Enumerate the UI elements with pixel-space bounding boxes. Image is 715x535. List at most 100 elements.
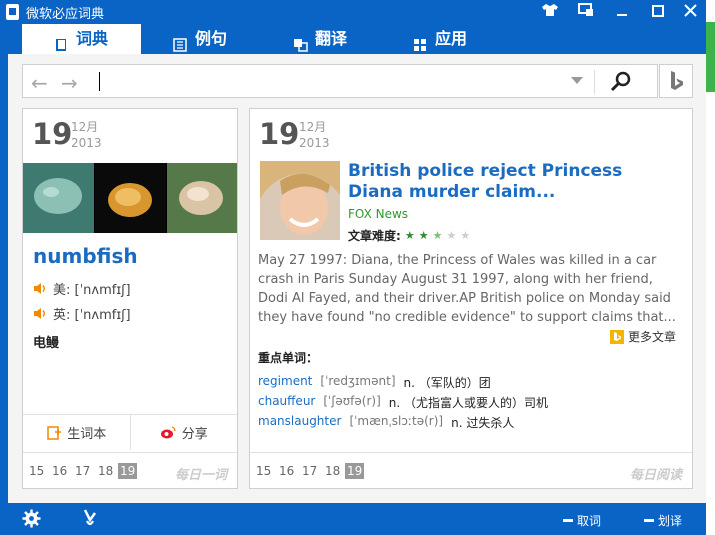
daily-reading-label: 每日阅读 — [629, 468, 682, 483]
key-word-phonetic: [ˈʃəʊfə(r)] — [323, 394, 381, 408]
date-item[interactable]: 16 — [279, 464, 294, 478]
word-title[interactable]: numbfish — [33, 244, 138, 268]
window-title: 微软必应词典 — [26, 7, 105, 22]
article-card-day: 19 — [259, 117, 300, 151]
key-word-row: regiment [ˈredʒɪmənt] n. （军队的）团 — [258, 374, 491, 391]
uk-pronunciation[interactable]: 英: [ˈnʌmfɪʃ] — [33, 304, 131, 323]
numbfish-photo-2 — [95, 163, 166, 233]
date-item[interactable]: 17 — [302, 464, 317, 478]
difficulty-label: 文章难度: — [348, 229, 401, 243]
wordbook-label: 生词本 — [67, 427, 107, 442]
content-area: ← → 19 12月 2013 numbfish 美: [ˈnʌmfɪʃ] 英:… — [8, 54, 706, 503]
bing-logo-icon — [671, 71, 683, 90]
word-card-year: 2013 — [71, 136, 102, 150]
apps-icon — [413, 32, 427, 51]
key-word-definition: n. （军队的）团 — [403, 376, 491, 390]
toggle-dash-icon — [644, 519, 654, 522]
select-translate-label: 划译 — [658, 514, 683, 528]
bing-small-icon — [610, 329, 624, 344]
word-of-day-card: 19 12月 2013 numbfish 美: [ˈnʌmfɪʃ] 英: [ˈn… — [22, 108, 238, 489]
feedback-icon[interactable] — [82, 509, 98, 528]
star-half-icon: ★ — [432, 229, 443, 242]
key-word[interactable]: chauffeur — [258, 394, 315, 411]
pick-word-toggle[interactable]: 取词 — [563, 512, 601, 529]
numbfish-photo-3 — [167, 163, 237, 233]
share-label: 分享 — [181, 427, 208, 442]
key-word-phonetic: [ˈmænˌslɔːtə(r)] — [349, 414, 444, 428]
date-item-selected[interactable]: 19 — [345, 463, 365, 479]
key-word-definition: n. 过失杀人 — [451, 416, 515, 430]
main-tabs: 词典 例句 翻译 应用 — [0, 24, 706, 54]
article-difficulty: 文章难度: ★ ★ ★ ★ ★ — [348, 227, 470, 244]
app-window: 微软必应词典 词典 例句 翻译 应用 ← → 19 12月 2013 numbf… — [0, 0, 706, 535]
us-pronunciation[interactable]: 美: [ˈnʌmfɪʃ] — [33, 279, 131, 298]
article-headline[interactable]: British police reject Princess Diana mur… — [348, 161, 648, 203]
article-card-year: 2013 — [299, 136, 330, 150]
tab-label: 例句 — [195, 29, 228, 48]
word-actions: 生词本 分享 — [23, 414, 237, 450]
weibo-icon — [160, 426, 176, 439]
daily-reading-card: 19 12月 2013 British police reject Prince… — [249, 108, 693, 489]
tab-sentences[interactable]: 例句 — [173, 24, 227, 54]
desktop-edge — [706, 0, 715, 535]
pick-word-label: 取词 — [577, 514, 602, 528]
numbfish-photo-1 — [23, 163, 94, 233]
search-input[interactable] — [99, 72, 100, 91]
desktop-widget-edge — [706, 22, 715, 92]
star-full-icon: ★ — [404, 229, 415, 242]
close-button[interactable] — [672, 0, 708, 24]
maximize-button[interactable] — [640, 0, 676, 24]
select-translate-toggle[interactable]: 划译 — [644, 512, 682, 529]
divider — [594, 70, 595, 94]
share-button[interactable]: 分享 — [129, 415, 238, 450]
settings-icon[interactable] — [22, 509, 41, 528]
word-card-month: 12月 — [71, 120, 99, 134]
article-date-strip: 15 16 17 18 19 每日阅读 — [250, 452, 692, 488]
app-logo-icon — [6, 4, 19, 20]
word-image-strip — [23, 163, 237, 233]
date-item[interactable]: 18 — [98, 464, 113, 478]
wordbook-icon — [47, 425, 62, 440]
minimize-button[interactable] — [604, 0, 640, 24]
key-word-row: chauffeur [ˈʃəʊfə(r)] n. （尤指富人或要人的）司机 — [258, 394, 548, 411]
key-word-definition: n. （尤指富人或要人的）司机 — [388, 396, 549, 410]
word-date-strip: 15 16 17 18 19 每日一词 — [23, 452, 237, 488]
date-item[interactable]: 18 — [325, 464, 340, 478]
translate-icon — [293, 32, 308, 52]
key-word[interactable]: manslaughter — [258, 414, 341, 431]
date-item[interactable]: 15 — [256, 464, 271, 478]
daily-word-label: 每日一词 — [174, 468, 227, 483]
forward-arrow-icon[interactable]: → — [61, 71, 78, 95]
key-word-row: manslaughter [ˈmænˌslɔːtə(r)] n. 过失杀人 — [258, 414, 514, 431]
article-excerpt: May 27 1997: Diana, the Princess of Wale… — [258, 253, 676, 325]
word-meaning: 电鳗 — [33, 336, 60, 351]
more-articles-link[interactable]: 更多文章 — [610, 328, 676, 345]
key-words-heading: 重点单词： — [258, 351, 319, 365]
article-thumbnail[interactable] — [260, 161, 340, 240]
skin-icon[interactable] — [532, 0, 568, 24]
history-dropdown-icon[interactable] — [571, 77, 583, 84]
search-icon[interactable] — [609, 71, 633, 93]
date-item[interactable]: 15 — [29, 464, 44, 478]
speaker-icon — [34, 308, 45, 319]
date-item[interactable]: 17 — [75, 464, 90, 478]
more-articles-label: 更多文章 — [628, 330, 677, 344]
title-bar: 微软必应词典 — [0, 0, 706, 24]
article-card-month: 12月 — [299, 120, 327, 134]
key-word[interactable]: regiment — [258, 374, 312, 391]
tab-apps[interactable]: 应用 — [413, 24, 467, 54]
sentence-icon — [173, 32, 187, 52]
mini-mode-icon[interactable] — [568, 0, 604, 24]
tab-translate[interactable]: 翻译 — [293, 24, 347, 54]
star-empty-icon: ★ — [460, 229, 471, 242]
date-item-selected[interactable]: 19 — [118, 463, 138, 479]
tab-label: 词典 — [76, 29, 109, 48]
star-empty-icon: ★ — [446, 229, 457, 242]
toggle-dash-icon — [563, 519, 573, 522]
date-item[interactable]: 16 — [52, 464, 67, 478]
search-bar: ← → — [22, 64, 658, 98]
back-arrow-icon[interactable]: ← — [31, 71, 48, 95]
tab-dictionary[interactable]: 词典 — [22, 24, 141, 54]
wordbook-button[interactable]: 生词本 — [23, 415, 130, 450]
bing-search-button[interactable] — [659, 64, 693, 98]
